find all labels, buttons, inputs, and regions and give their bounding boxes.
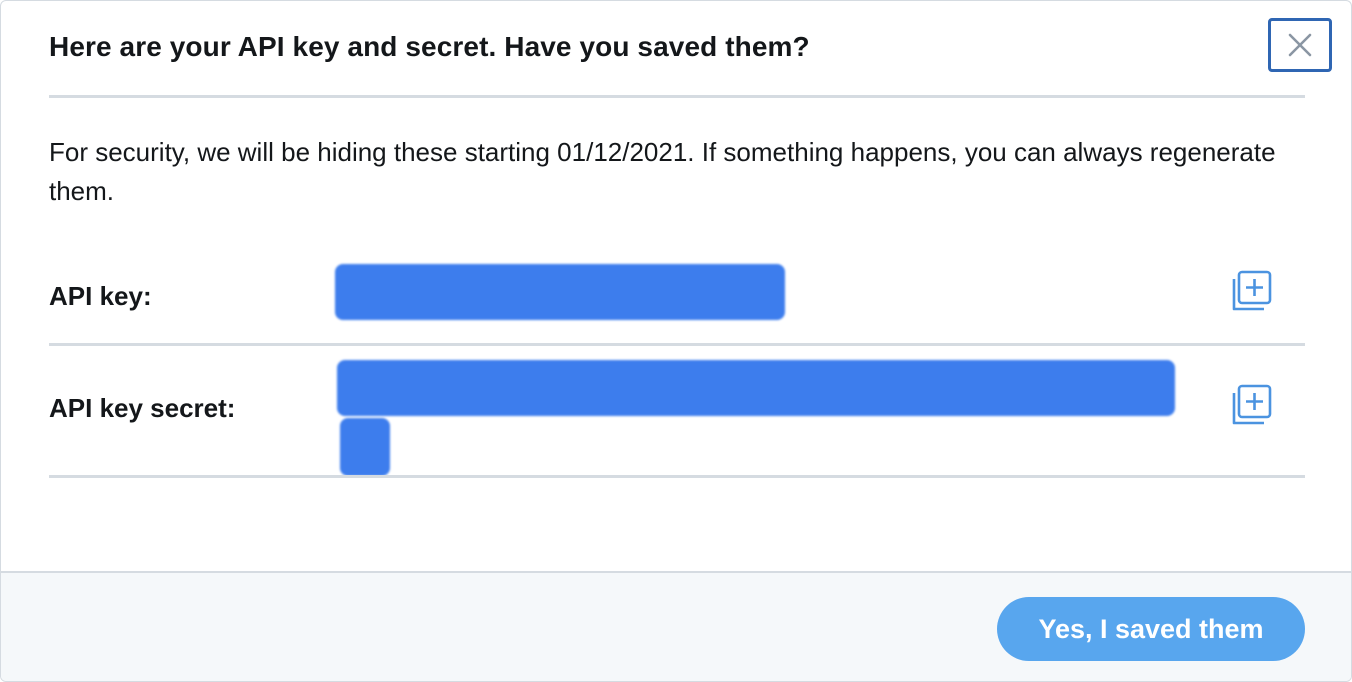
dialog-footer: Yes, I saved them: [1, 571, 1351, 681]
confirm-saved-button[interactable]: Yes, I saved them: [997, 597, 1305, 661]
row-divider: [49, 343, 1305, 346]
copy-api-secret-button[interactable]: [1230, 383, 1274, 427]
row-divider: [49, 475, 1305, 478]
copy-add-icon: [1232, 270, 1272, 311]
api-key-secret-label: API key secret:: [49, 393, 236, 423]
copy-add-icon: [1232, 384, 1272, 425]
close-button[interactable]: [1268, 18, 1332, 72]
dialog-title: Here are your API key and secret. Have y…: [49, 31, 810, 62]
title-divider: [49, 95, 1305, 98]
copy-api-key-button[interactable]: [1230, 269, 1274, 313]
api-keys-dialog: Here are your API key and secret. Have y…: [0, 0, 1352, 682]
api-secret-value-redacted-overflow[interactable]: [340, 418, 390, 476]
api-key-label: API key:: [49, 281, 152, 311]
api-key-value-redacted[interactable]: [335, 264, 785, 320]
security-description: For security, we will be hiding these st…: [49, 137, 1276, 206]
close-icon: [1288, 33, 1312, 57]
api-secret-value-redacted[interactable]: [337, 360, 1175, 416]
